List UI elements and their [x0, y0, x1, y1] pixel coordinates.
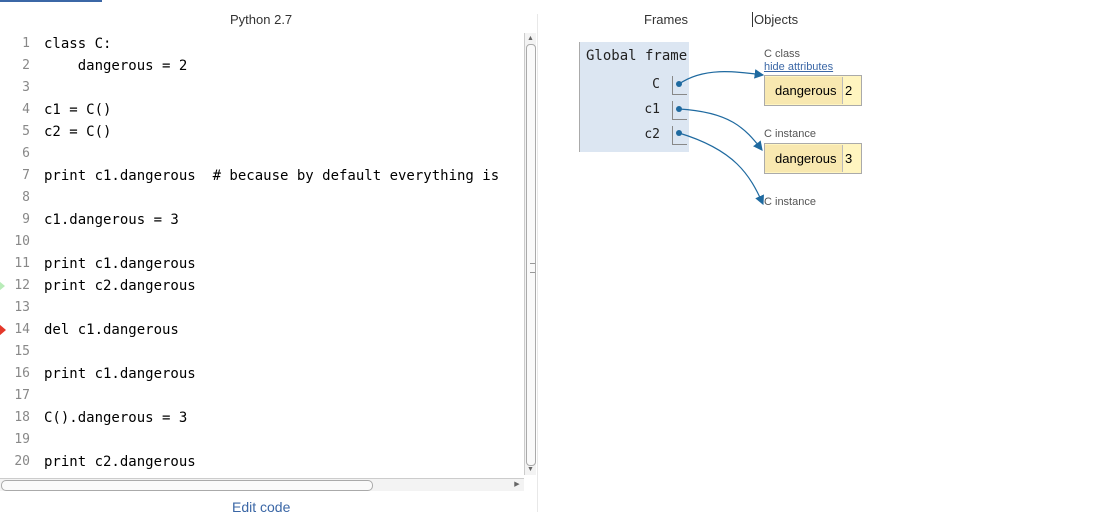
arrow-c1-to-instance [678, 108, 763, 151]
pointer-arrows [676, 69, 765, 206]
arrow-c2-to-instance [678, 132, 764, 206]
arrow-C-to-class [678, 69, 765, 85]
